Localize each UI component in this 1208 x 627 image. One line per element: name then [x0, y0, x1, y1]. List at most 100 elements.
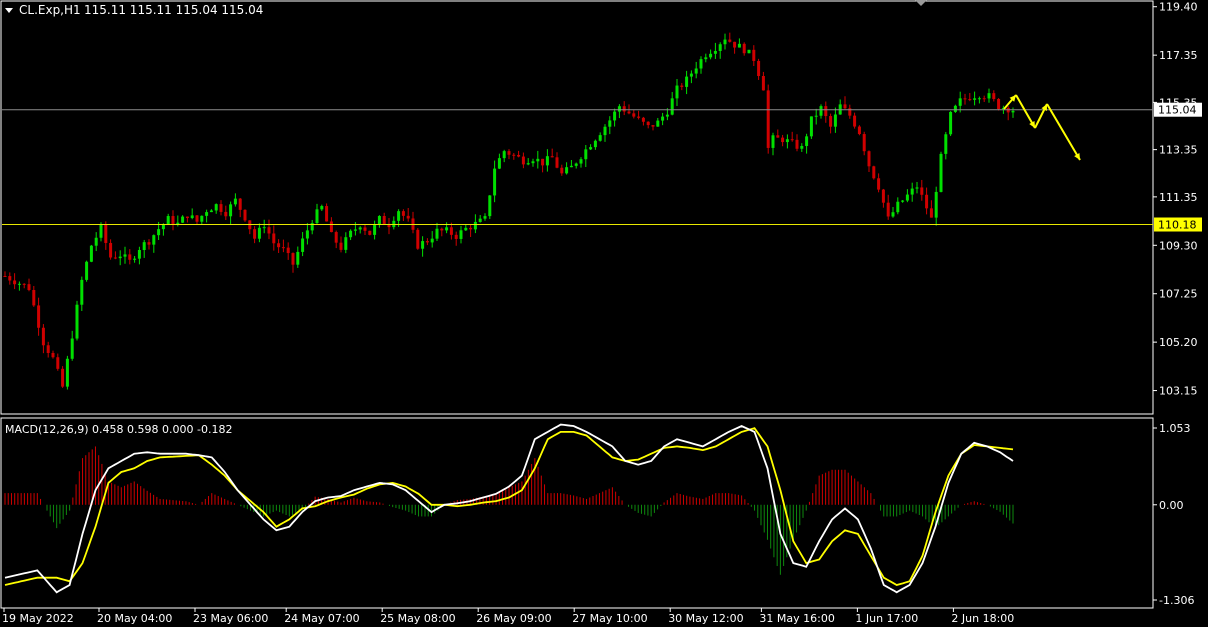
candle-bear — [761, 76, 765, 91]
candle-bear — [982, 98, 986, 100]
price-tick-label: 111.35 — [1159, 191, 1198, 204]
candle-bull — [689, 73, 693, 77]
forecast-arrows — [1003, 94, 1081, 161]
time-tick-label: 27 May 10:00 — [572, 612, 647, 625]
candle-bear — [680, 85, 684, 87]
candle-bear — [425, 241, 429, 243]
candle-bull — [953, 105, 957, 112]
candle-bull — [397, 211, 401, 221]
candle-bull — [713, 50, 717, 54]
candle-bull — [435, 228, 439, 239]
price-tick-label: 119.40 — [1159, 1, 1198, 14]
time-axis: 19 May 2022 20 May 04:00 23 May 06:00 24 Ma… — [2, 608, 1014, 625]
candle-bear — [51, 352, 55, 358]
candle-bull — [670, 98, 674, 115]
candle-bear — [853, 115, 857, 127]
candle-bear — [253, 229, 257, 239]
candle-bull — [800, 145, 804, 149]
candle-bull — [901, 200, 905, 202]
candle-bull — [301, 238, 305, 252]
candle-bear — [109, 242, 113, 258]
candle-bull — [685, 76, 689, 87]
candle-bull — [123, 254, 127, 257]
candle-bear — [550, 156, 554, 158]
candle-bull — [358, 227, 362, 230]
trading-chart[interactable]: 119.40117.35115.35113.35111.35109.30107.… — [0, 0, 1208, 627]
candle-bear — [925, 194, 929, 209]
candle-bull — [805, 136, 809, 146]
candle-bull — [464, 227, 468, 231]
candle-bear — [512, 154, 516, 156]
candle-bull — [598, 135, 602, 141]
candle-bear — [992, 93, 996, 100]
candle-bull — [939, 153, 943, 192]
candle-bull — [214, 204, 218, 211]
candle-bear — [22, 283, 26, 285]
candle-bear — [32, 290, 36, 306]
candle-bear — [61, 368, 65, 387]
candle-bull — [565, 167, 569, 174]
candle-bull — [142, 242, 146, 251]
candle-bull — [584, 149, 588, 160]
candle-bull — [785, 139, 789, 143]
candle-bull — [80, 279, 84, 305]
candle-bear — [627, 111, 631, 114]
candle-bull — [497, 158, 501, 169]
candle-bull — [526, 163, 530, 165]
candle-bull — [896, 201, 900, 213]
current-price-label: 115.04 — [1158, 104, 1197, 117]
candle-bear — [829, 116, 833, 127]
candle-bear — [171, 216, 175, 225]
candle-bull — [137, 250, 141, 259]
candle-bear — [325, 206, 329, 222]
candle-bull — [531, 161, 535, 164]
candle-bull — [229, 204, 233, 217]
collapse-triangle-icon[interactable] — [5, 8, 13, 13]
candle-bear — [37, 305, 41, 328]
candle-bull — [205, 212, 209, 216]
candle-bear — [27, 284, 31, 291]
candle-bear — [728, 39, 732, 42]
candle-bear — [517, 154, 521, 157]
candle-bull — [459, 230, 463, 239]
candle-bear — [824, 106, 828, 117]
price-tick-label: 105.20 — [1159, 336, 1198, 349]
candle-bull — [814, 115, 818, 117]
candle-bull — [723, 39, 727, 45]
candle-bull — [344, 237, 348, 250]
candle-bear — [41, 327, 45, 346]
candle-bull — [445, 227, 449, 231]
candle-bull — [545, 156, 549, 166]
time-tick-label: 25 May 08:00 — [380, 612, 455, 625]
candlestick-series — [3, 32, 1015, 390]
time-tick-label: 1 Jun 17:00 — [855, 612, 918, 625]
candle-bull — [905, 194, 909, 201]
candle-bull — [392, 220, 396, 228]
candle-bear — [641, 117, 645, 122]
chart-symbol: CL.Exp,H1 — [19, 3, 81, 17]
candle-bear — [286, 247, 290, 254]
candle-bull — [833, 114, 837, 127]
candle-bull — [891, 212, 895, 217]
time-tick-label: 26 May 09:00 — [476, 612, 551, 625]
candle-bear — [781, 137, 785, 143]
candle-bear — [776, 135, 780, 138]
candle-bear — [243, 209, 247, 221]
candle-bull — [483, 216, 487, 219]
candle-bull — [747, 49, 751, 54]
candle-bear — [267, 227, 271, 234]
candle-bull — [166, 216, 170, 225]
candle-bear — [382, 216, 386, 224]
price-panel-frame — [0, 0, 1154, 415]
candle-bull — [257, 227, 261, 239]
candle-bull — [593, 140, 597, 148]
macd-main-line — [4, 423, 1014, 594]
candle-bear — [790, 139, 794, 141]
candle-bear — [401, 211, 405, 216]
candle-bull — [656, 120, 660, 127]
candle-bull — [718, 44, 722, 51]
candle-bear — [742, 43, 746, 54]
candle-bull — [771, 135, 775, 148]
candle-bear — [454, 234, 458, 239]
scroll-marker-icon[interactable] — [915, 0, 927, 6]
